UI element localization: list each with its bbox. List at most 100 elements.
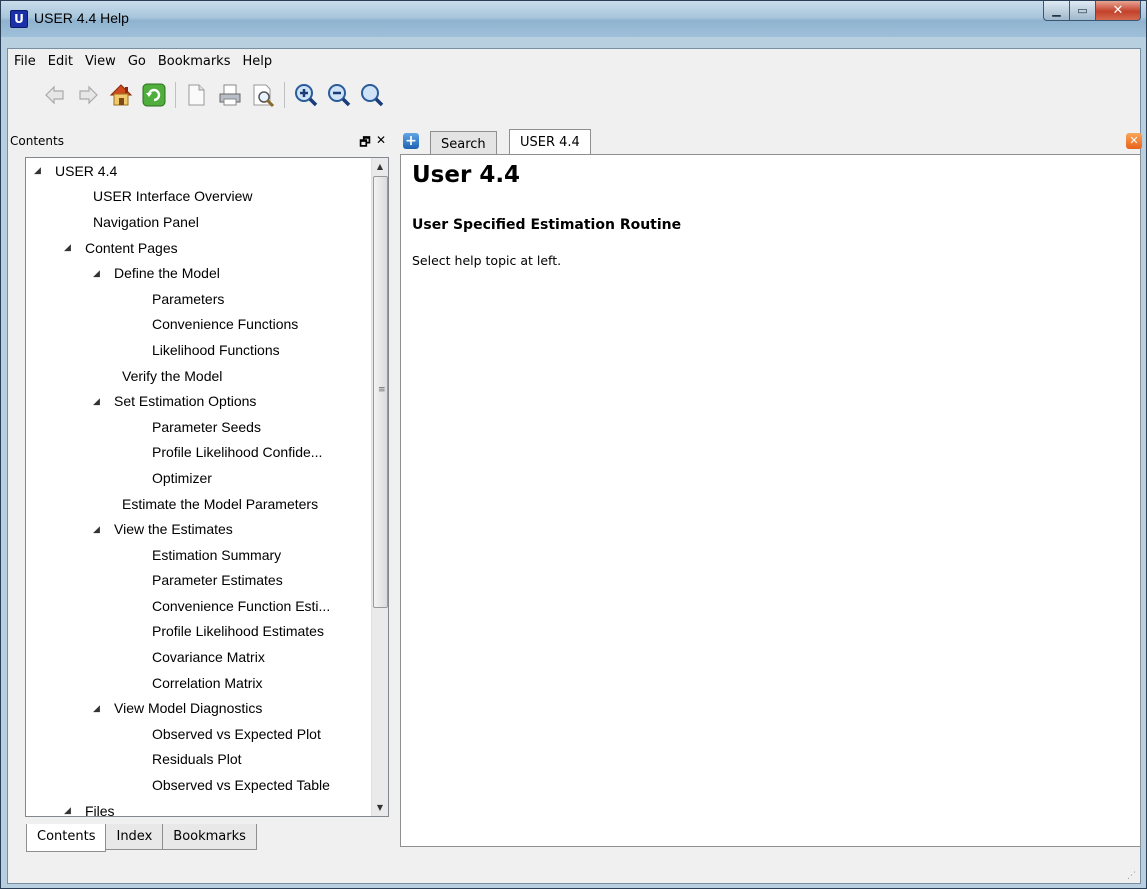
tree-item[interactable]: ◢ Define the Model: [26, 260, 371, 286]
menu-help[interactable]: Help: [236, 51, 278, 73]
tab-index[interactable]: Index: [105, 824, 164, 850]
tree-item[interactable]: Correlation Matrix: [26, 670, 371, 696]
tree-item-label: Optimizer: [152, 469, 212, 486]
expand-arrow-icon[interactable]: ◢: [93, 524, 107, 535]
copy-icon: [188, 84, 205, 106]
toolbar-separator: [175, 82, 176, 108]
tree-item[interactable]: Residuals Plot: [26, 747, 371, 773]
tree-item[interactable]: Parameters: [26, 286, 371, 312]
status-bar: ⋰: [8, 861, 1140, 883]
content-tab-strip: + Search USER 4.4 ✕: [398, 129, 1142, 155]
tab-bookmarks[interactable]: Bookmarks: [162, 824, 257, 850]
tree-scrollbar[interactable]: ▲ ≡ ▼: [371, 158, 388, 816]
tree-item[interactable]: ◢ Content Pages: [26, 235, 371, 261]
app-window: U USER 4.4 Help ▁ ▭ ✕ File Edit View Go …: [0, 0, 1147, 889]
tree-item-label: Parameter Seeds: [152, 418, 261, 435]
maximize-icon: ▭: [1077, 4, 1088, 17]
scroll-down-icon[interactable]: ▼: [372, 799, 388, 816]
expand-arrow-icon[interactable]: ◢: [34, 165, 48, 176]
tree-item[interactable]: ◢ Set Estimation Options: [26, 388, 371, 414]
tree-item-label: Estimation Summary: [152, 546, 282, 563]
tree-item[interactable]: Estimation Summary: [26, 542, 371, 568]
float-dock-icon[interactable]: 🗗: [357, 133, 373, 154]
tree-item-label: Define the Model: [114, 265, 220, 282]
expand-arrow-icon[interactable]: ◢: [93, 703, 107, 714]
forward-button[interactable]: [73, 80, 103, 110]
minimize-button[interactable]: ▁: [1043, 1, 1070, 21]
home-button[interactable]: [106, 80, 136, 110]
print-button[interactable]: [215, 80, 245, 110]
tree-item[interactable]: ◢ View the Estimates: [26, 516, 371, 542]
contents-dock: Contents 🗗 ✕ ◢ USER 4.4 USER Interface Ove…: [8, 131, 393, 852]
page-subtitle: User Specified Estimation Routine: [412, 217, 682, 233]
tree-item[interactable]: Likelihood Functions: [26, 337, 371, 363]
sync-button[interactable]: [139, 80, 169, 110]
tree-item[interactable]: Parameter Seeds: [26, 414, 371, 440]
page-body: Select help topic at left.: [412, 253, 562, 268]
expand-arrow-icon[interactable]: ◢: [93, 268, 107, 279]
minimize-icon: ▁: [1052, 4, 1061, 17]
tree-item[interactable]: Optimizer: [26, 465, 371, 491]
sync-icon: [142, 83, 166, 107]
tree-item[interactable]: Convenience Functions: [26, 312, 371, 338]
tab-search[interactable]: Search: [430, 131, 497, 155]
contents-tree-frame: ◢ USER 4.4 USER Interface Overview Navigati…: [25, 157, 389, 817]
copy-button[interactable]: [182, 80, 212, 110]
close-dock-icon[interactable]: ✕: [373, 133, 389, 154]
tree-item[interactable]: Profile Likelihood Confide...: [26, 440, 371, 466]
tree-item-label: Convenience Functions: [152, 316, 299, 333]
help-page: User 4.4 User Specified Estimation Routi…: [400, 154, 1141, 847]
tree-item[interactable]: Verify the Model: [26, 363, 371, 389]
tab-user-4-4[interactable]: USER 4.4: [509, 129, 591, 155]
app-icon: U: [10, 10, 28, 28]
zoom-out-button[interactable]: [324, 80, 354, 110]
main-area: File Edit View Go Bookmarks Help Content…: [7, 48, 1142, 884]
tree-item-label: Likelihood Functions: [152, 341, 280, 358]
tree-item[interactable]: Observed vs Expected Table: [26, 772, 371, 798]
menu-go[interactable]: Go: [122, 51, 152, 73]
menu-bar: File Edit View Go Bookmarks Help: [8, 51, 278, 73]
zoom-in-button[interactable]: [291, 80, 321, 110]
dock-title: Contents: [10, 134, 64, 148]
tree-item-label: Profile Likelihood Confide...: [152, 444, 323, 461]
tree-item[interactable]: ◢ USER 4.4: [26, 158, 371, 184]
tree-item[interactable]: Profile Likelihood Estimates: [26, 619, 371, 645]
add-tab-icon[interactable]: +: [403, 133, 419, 149]
menu-view[interactable]: View: [79, 51, 122, 73]
expand-arrow-icon[interactable]: ◢: [93, 396, 107, 407]
menu-file[interactable]: File: [8, 51, 42, 73]
tree-item-label: Correlation Matrix: [152, 674, 263, 691]
tree-item[interactable]: ◢ Files: [26, 798, 371, 816]
scroll-up-icon[interactable]: ▲: [372, 158, 388, 175]
print-icon: [219, 84, 241, 106]
tree-item[interactable]: Covariance Matrix: [26, 644, 371, 670]
tree-item[interactable]: Observed vs Expected Plot: [26, 721, 371, 747]
tree-item[interactable]: ◢ View Model Diagnostics: [26, 695, 371, 721]
tree-item[interactable]: Parameter Estimates: [26, 568, 371, 594]
tree-item[interactable]: Estimate the Model Parameters: [26, 491, 371, 517]
tree-item[interactable]: Convenience Function Esti...: [26, 593, 371, 619]
expand-arrow-icon[interactable]: ◢: [64, 805, 78, 816]
tree-item-label: Residuals Plot: [152, 751, 242, 768]
maximize-button[interactable]: ▭: [1070, 1, 1096, 21]
back-arrow-icon: [45, 85, 64, 105]
scroll-thumb[interactable]: ≡: [373, 176, 388, 608]
close-window-button[interactable]: ✕: [1096, 1, 1141, 21]
size-grip-icon[interactable]: ⋰: [1127, 871, 1136, 881]
find-button[interactable]: [248, 80, 278, 110]
tab-contents[interactable]: Contents: [26, 824, 107, 852]
title-bar[interactable]: U USER 4.4 Help ▁ ▭ ✕: [1, 1, 1146, 37]
menu-edit[interactable]: Edit: [42, 51, 79, 73]
menu-bookmarks[interactable]: Bookmarks: [152, 51, 237, 73]
expand-arrow-icon[interactable]: ◢: [64, 242, 78, 253]
tree-item-label: Covariance Matrix: [152, 649, 265, 666]
tree-item-label: Observed vs Expected Table: [152, 777, 330, 794]
back-button[interactable]: [40, 80, 70, 110]
zoom-out-icon: [328, 84, 351, 107]
tree-item-label: USER 4.4: [55, 162, 118, 179]
forward-arrow-icon: [79, 85, 98, 105]
close-tab-icon[interactable]: ✕: [1126, 133, 1142, 149]
zoom-reset-button[interactable]: [357, 80, 387, 110]
tree-item[interactable]: Navigation Panel: [26, 209, 371, 235]
tree-item[interactable]: USER Interface Overview: [26, 184, 371, 210]
